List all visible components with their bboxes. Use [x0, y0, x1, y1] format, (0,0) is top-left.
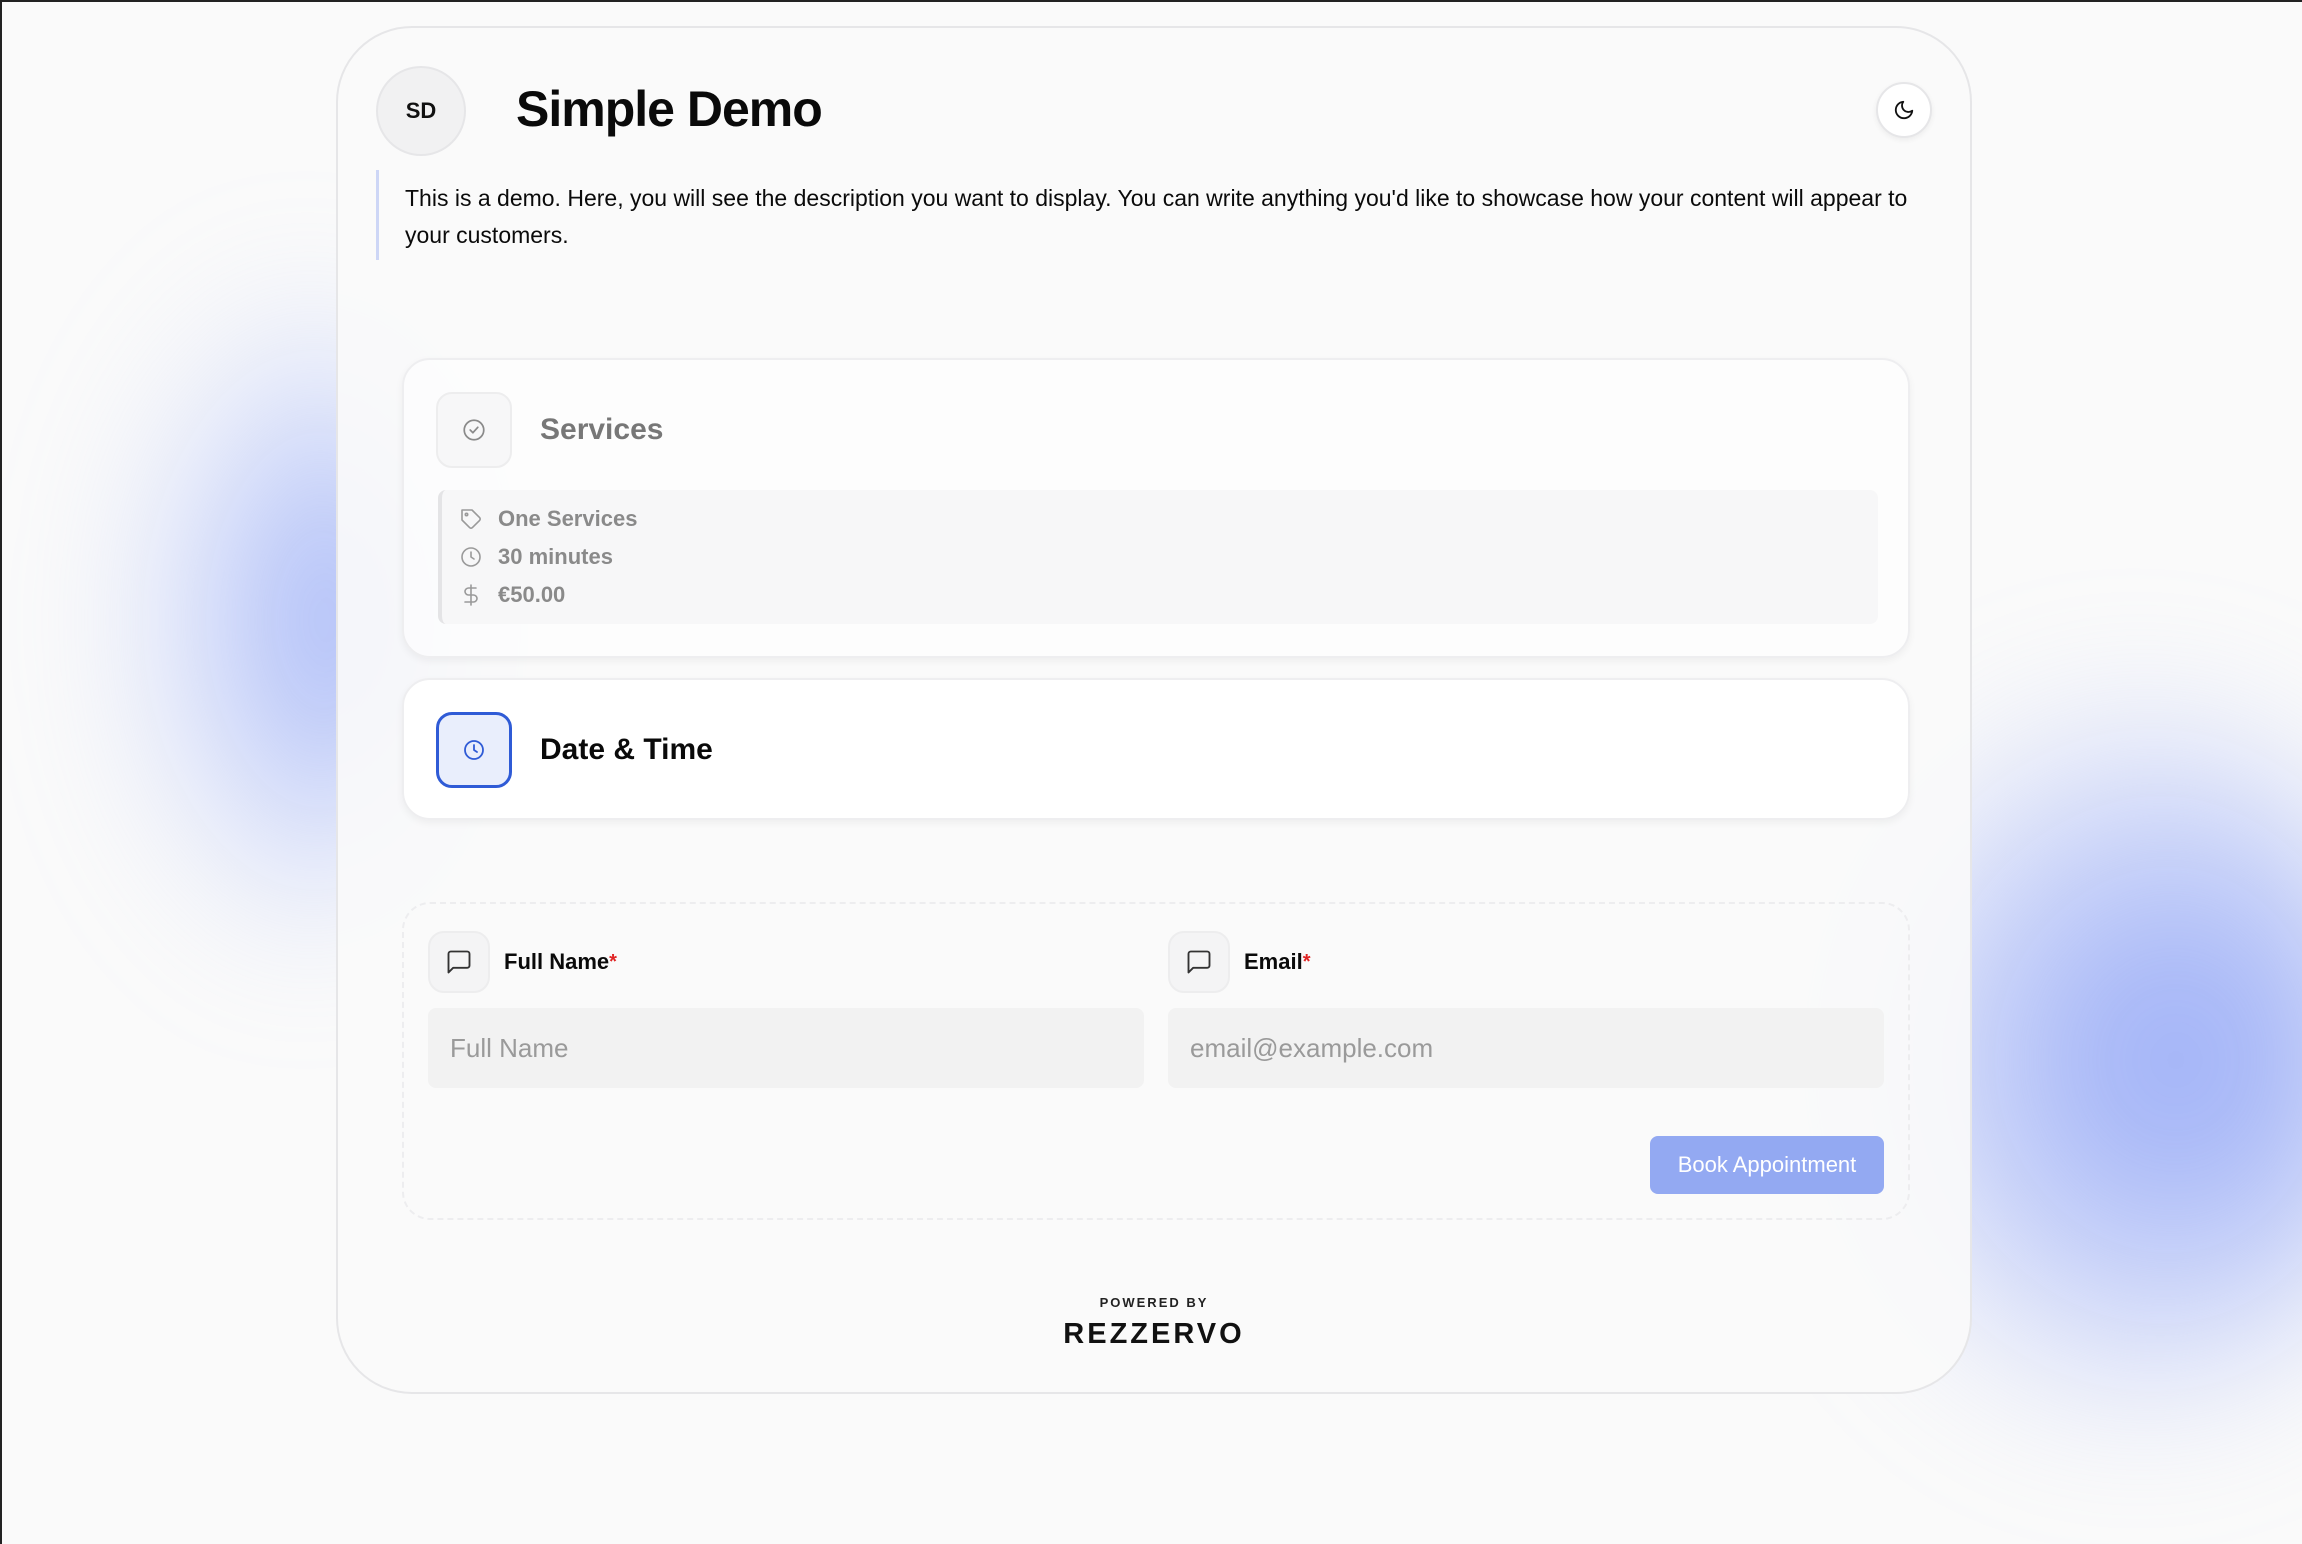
booking-card: SD Simple Demo This is a demo. Here, you… [336, 26, 1972, 1394]
email-required-mark: * [1302, 950, 1311, 973]
full-name-required-mark: * [609, 950, 617, 973]
page-title: Simple Demo [516, 81, 823, 137]
moon-icon [1894, 100, 1914, 120]
service-price-row: €50.00 [458, 576, 1878, 614]
full-name-input[interactable] [428, 1008, 1144, 1088]
date-time-title: Date & Time [540, 733, 713, 766]
check-circle-icon [463, 419, 485, 441]
date-time-step-icon-box [436, 712, 512, 788]
booking-form: Full Name* Email* Book Appointment [402, 902, 1910, 1220]
services-title: Services [540, 413, 664, 446]
message-square-icon [447, 950, 471, 974]
email-field: Email * [1168, 930, 1884, 1088]
email-input[interactable] [1168, 1008, 1884, 1088]
tag-icon [458, 506, 484, 532]
services-section[interactable]: Services One Services 30 minutes €50.00 [402, 358, 1910, 658]
full-name-label: Full Name [504, 949, 610, 974]
service-duration-row: 30 minutes [458, 538, 1878, 576]
clock-icon [458, 544, 484, 570]
service-name: One Services [498, 506, 638, 531]
full-name-icon-box [428, 931, 490, 993]
avatar: SD [376, 66, 466, 156]
service-name-row: One Services [458, 500, 1878, 538]
full-name-header: Full Name * [428, 930, 1144, 994]
clock-icon [464, 740, 484, 760]
dollar-icon [458, 582, 484, 608]
service-summary: One Services 30 minutes €50.00 [438, 490, 1878, 624]
powered-by-label: POWERED BY [1099, 1295, 1209, 1310]
description: This is a demo. Here, you will see the d… [376, 170, 1936, 260]
brand-logo[interactable]: REZZERVO [338, 1314, 1970, 1354]
message-square-icon [1187, 950, 1211, 974]
theme-toggle-button[interactable] [1876, 82, 1932, 138]
service-duration: 30 minutes [498, 544, 613, 569]
header: SD Simple Demo [376, 66, 1932, 156]
footer: POWERED BY REZZERVO [338, 1294, 1970, 1354]
service-price: €50.00 [498, 582, 566, 607]
full-name-field: Full Name * [428, 930, 1144, 1088]
date-time-section[interactable]: Date & Time [402, 678, 1910, 820]
email-label: Email [1244, 949, 1303, 974]
email-icon-box [1168, 931, 1230, 993]
email-header: Email * [1168, 930, 1884, 994]
avatar-initials: SD [405, 98, 437, 123]
services-step-icon-box [436, 392, 512, 468]
book-appointment-button[interactable]: Book Appointment [1650, 1136, 1884, 1194]
